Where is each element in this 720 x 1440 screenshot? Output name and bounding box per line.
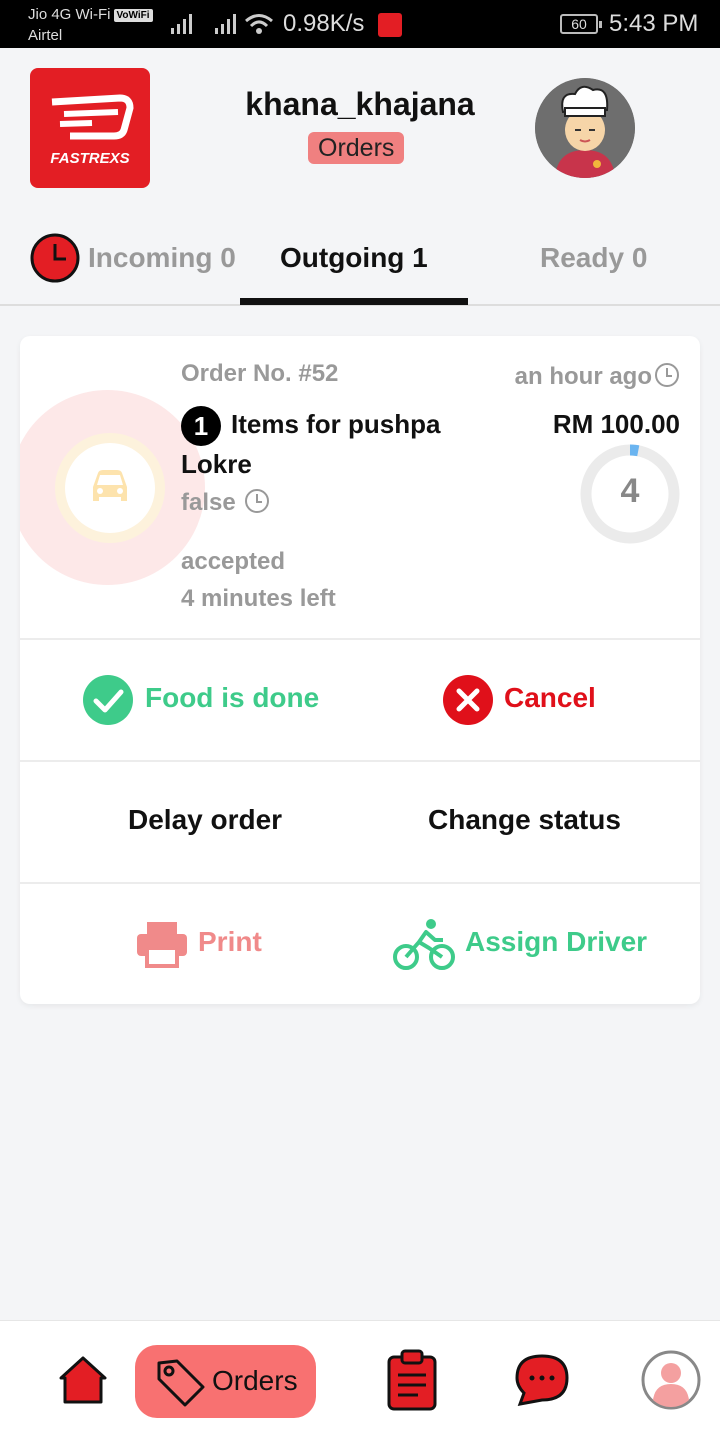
logo-mark-icon [51,94,134,140]
time-clock-icon [655,363,679,387]
bicycle-icon [393,919,455,970]
carrier-primary: Jio 4G Wi-Fi VoWiFi [28,6,153,23]
countdown-value: 4 [620,472,640,510]
vowifi-badge: VoWiFi [113,9,153,22]
logo-text: FASTREXS [50,150,130,167]
printer-icon [137,922,187,968]
home-icon[interactable] [57,1354,109,1406]
carrier-secondary: Airtel [28,27,63,44]
order-tabs: Incoming 0 Outgoing 1 Ready 0 [0,228,720,306]
clock-time: 5:43 PM [609,10,699,37]
food-done-button[interactable]: Food is done [145,682,319,714]
order-time-ago: an hour ago [514,363,652,390]
order-items-text: Items for pushpa Lokre [181,409,441,479]
active-tab-indicator [240,298,468,305]
minutes-left: 4 minutes left [181,585,336,612]
signal-icon-2 [215,14,236,34]
order-card[interactable]: Order No. #52 an hour ago Items for push… [20,336,700,1004]
clipboard-icon[interactable] [386,1349,438,1411]
nav-orders-label: Orders [212,1365,298,1396]
clock-icon [30,233,80,283]
assign-driver-button[interactable]: Assign Driver [465,926,647,958]
chat-icon[interactable] [514,1353,570,1407]
change-status-button[interactable]: Change status [428,804,621,836]
nav-orders-button[interactable]: Orders [135,1345,316,1418]
car-icon [93,470,127,501]
divider [20,882,700,884]
signal-icon [171,14,192,34]
network-speed: 0.98K/s [283,10,365,37]
tab-ready[interactable]: Ready 0 [540,242,647,274]
shop-name: khana_khajana [245,86,475,122]
delay-flag: false [181,489,236,516]
order-number: Order No. #52 [181,360,339,387]
status-bar: Jio 4G Wi-Fi VoWiFi Airtel 0.98K/s 60 5:4… [0,0,720,48]
tab-incoming[interactable]: Incoming 0 [88,242,236,274]
section-badge: Orders [308,132,405,164]
divider [20,760,700,762]
header: FASTREXS khana_khajana Orders Incoming 0… [0,48,720,306]
order-price: RM 100.00 [552,409,680,439]
order-status: accepted [181,548,286,575]
tag-icon [157,1359,205,1407]
checkmark-icon [83,675,133,725]
fastrexs-logo: FASTREXS [30,68,150,188]
item-count-badge: 1 [181,406,221,446]
delay-clock-icon [245,489,269,513]
profile-icon[interactable] [641,1350,701,1410]
chef-icon [535,78,635,178]
print-button[interactable]: Print [198,926,262,958]
battery-icon: 60 [560,14,602,34]
carrier-primary-label: Jio 4G Wi-Fi [28,6,111,23]
bottom-navigation: Orders [0,1320,720,1440]
chef-avatar[interactable] [535,78,635,178]
fastrexs-notification-icon [378,13,402,37]
cancel-x-icon [443,675,493,725]
tab-outgoing[interactable]: Outgoing 1 [280,242,428,274]
delay-order-button[interactable]: Delay order [128,804,282,836]
cancel-button[interactable]: Cancel [504,682,596,714]
divider [20,638,700,640]
wifi-icon [245,14,273,34]
